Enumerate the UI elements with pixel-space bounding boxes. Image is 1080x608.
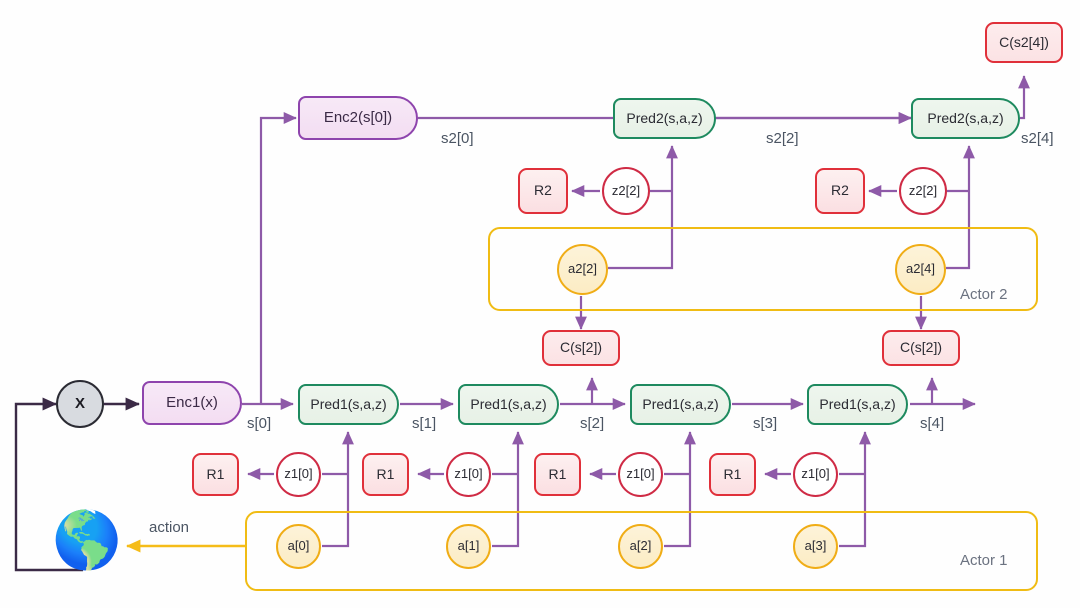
regularizer1-step0-node[interactable]: R1 bbox=[192, 453, 239, 496]
latent2-step1-node[interactable]: z2[2] bbox=[899, 167, 947, 215]
regularizer1-step3-node[interactable]: R1 bbox=[709, 453, 756, 496]
diagram-canvas: Actor 2 Actor 1 🌎 X action Enc1(x) Enc2(… bbox=[0, 0, 1080, 608]
predictor1-step3-node[interactable]: Pred1(s,a,z) bbox=[807, 384, 908, 425]
regularizer1-step2-node[interactable]: R1 bbox=[534, 453, 581, 496]
latent2-step0-node[interactable]: z2[2] bbox=[602, 167, 650, 215]
encoder1-node[interactable]: Enc1(x) bbox=[142, 381, 242, 425]
regularizer1-step1-node[interactable]: R1 bbox=[362, 453, 409, 496]
globe-icon: 🌎 bbox=[52, 508, 122, 571]
state1-label-s-4: s[4] bbox=[920, 415, 945, 432]
cost-s-2-left-node[interactable]: C(s[2]) bbox=[542, 330, 620, 366]
cost-s2-4-node[interactable]: C(s2[4]) bbox=[985, 22, 1063, 63]
predictor2-step1-node[interactable]: Pred2(s,a,z) bbox=[911, 98, 1020, 139]
latent1-step1-node[interactable]: z1[0] bbox=[446, 452, 491, 497]
latent1-step0-node[interactable]: z1[0] bbox=[276, 452, 321, 497]
latent1-step2-node[interactable]: z1[0] bbox=[618, 452, 663, 497]
encoder2-node[interactable]: Enc2(s[0]) bbox=[298, 96, 418, 140]
state2-label-s2-4: s2[4] bbox=[1021, 130, 1054, 147]
cost-s-2-right-node[interactable]: C(s[2]) bbox=[882, 330, 960, 366]
action1-step1-node[interactable]: a[1] bbox=[446, 524, 491, 569]
state1-label-s-3: s[3] bbox=[753, 415, 778, 432]
state1-label-s-1: s[1] bbox=[412, 415, 437, 432]
action1-step2-node[interactable]: a[2] bbox=[618, 524, 663, 569]
actor2-group-label: Actor 2 bbox=[960, 286, 1008, 303]
action1-step3-node[interactable]: a[3] bbox=[793, 524, 838, 569]
action2-step1-node[interactable]: a2[4] bbox=[895, 244, 946, 295]
state2-label-s2-2: s2[2] bbox=[766, 130, 799, 147]
action1-step0-node[interactable]: a[0] bbox=[276, 524, 321, 569]
predictor2-step0-node[interactable]: Pred2(s,a,z) bbox=[613, 98, 716, 139]
action2-step0-node[interactable]: a2[2] bbox=[557, 244, 608, 295]
predictor1-step0-node[interactable]: Pred1(s,a,z) bbox=[298, 384, 399, 425]
observation-node: X bbox=[56, 380, 104, 428]
regularizer2-step0-node[interactable]: R2 bbox=[518, 168, 568, 214]
action-edge-label: action bbox=[149, 519, 190, 536]
latent1-step3-node[interactable]: z1[0] bbox=[793, 452, 838, 497]
regularizer2-step1-node[interactable]: R2 bbox=[815, 168, 865, 214]
state1-label-s-2: s[2] bbox=[580, 415, 605, 432]
state2-label-s2-0: s2[0] bbox=[441, 130, 474, 147]
predictor1-step2-node[interactable]: Pred1(s,a,z) bbox=[630, 384, 731, 425]
actor1-group-label: Actor 1 bbox=[960, 552, 1008, 569]
predictor1-step1-node[interactable]: Pred1(s,a,z) bbox=[458, 384, 559, 425]
state1-label-s-0: s[0] bbox=[247, 415, 272, 432]
